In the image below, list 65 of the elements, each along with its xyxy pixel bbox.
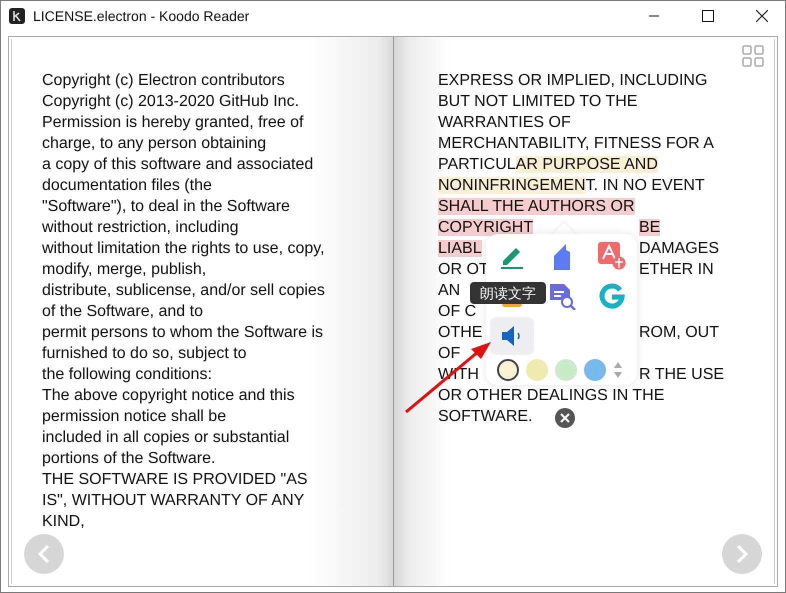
app-icon	[9, 8, 25, 24]
translate-icon	[598, 242, 626, 270]
book-text: without restriction, including	[42, 218, 240, 238]
book-text: modify, merge, publish,	[42, 260, 208, 280]
book-text: a copy of this software and associated	[42, 155, 314, 175]
book-text: T. IN NO EVENT	[586, 177, 705, 194]
book-text: EXPRESS OR IMPLIED, INCLUDING	[438, 72, 708, 89]
book-text: OR OTHER DEALINGS IN THE	[438, 387, 664, 404]
close-icon	[560, 413, 570, 423]
highlighted-text: SHALL THE AUTHORS OR	[438, 198, 634, 215]
color-swatch[interactable]	[497, 359, 519, 381]
book-text: permit persons to whom the Software is	[42, 323, 324, 343]
book-text: KIND,	[42, 512, 86, 532]
chevron-left-icon	[37, 544, 51, 564]
book-text: OF C	[438, 303, 476, 320]
maximize-icon	[702, 10, 714, 22]
color-swatch[interactable]	[526, 359, 548, 381]
close-popup-button[interactable]	[555, 408, 575, 428]
book-text: permission notice shall be	[42, 407, 228, 427]
highlighted-text: LIABL	[438, 240, 482, 257]
book-text: Permission is hereby granted, free of	[42, 113, 304, 133]
highlighted-text: COPYRIGHT	[438, 219, 534, 236]
book-text: DAMAGES	[639, 240, 720, 257]
book-text: included in all copies or substantial	[42, 428, 290, 448]
book-text: ROM, OUT	[639, 324, 719, 341]
book-text: of the Software, and to	[42, 302, 204, 322]
book-text: Copyright (c) Electron contributors	[42, 71, 286, 91]
color-swatch[interactable]	[584, 359, 606, 381]
tool-button[interactable]	[490, 317, 534, 355]
color-swatch[interactable]	[555, 359, 577, 381]
book-text: documentation files (the	[42, 176, 213, 196]
grid-view-icon[interactable]	[742, 45, 764, 67]
book-text: furnished to do so, subject to	[42, 344, 248, 364]
book-text: PARTICUL	[438, 156, 516, 173]
highlighted-text: NONINFRINGEMEN	[438, 177, 586, 194]
book-text: OTHE	[438, 324, 482, 341]
book-text: Copyright (c) 2013-2020 GitHub Inc.	[42, 92, 300, 112]
book-text: portions of the Software.	[42, 449, 216, 469]
tooltip: 朗读文字	[470, 282, 546, 304]
book-text: OF	[438, 345, 460, 362]
book-text: AN	[438, 282, 460, 299]
book-text: R THE USE	[639, 366, 724, 383]
book-text: charge, to any person obtaining	[42, 134, 268, 154]
close-icon	[756, 10, 768, 22]
book-text: WARRANTIES OF	[438, 114, 571, 131]
book-text: IS", WITHOUT WARRANTY OF ANY	[42, 491, 306, 511]
book-text: ETHER IN	[639, 261, 714, 278]
book-text: OR OT	[438, 261, 489, 278]
chevron-right-icon	[735, 544, 749, 564]
highlighted-text: BE	[639, 219, 660, 236]
book-text: The above copyright notice and this	[42, 386, 296, 406]
book-text: the following conditions:	[42, 365, 213, 385]
book-text: SOFTWARE.	[438, 408, 533, 425]
up-down-icon[interactable]	[613, 360, 623, 380]
document-search-icon	[548, 282, 576, 310]
book-text: without limitation the rights to use, copy,	[42, 239, 326, 259]
book-text: "Software"), to deal in the Software	[42, 197, 291, 217]
book-text: BUT NOT LIMITED TO THE	[438, 93, 638, 110]
window-title: LICENSE.electron - Koodo Reader	[33, 8, 250, 24]
book-text: distribute, sublicense, and/or sell copies	[42, 281, 326, 301]
google-icon	[598, 283, 624, 309]
minimize-icon	[649, 15, 659, 17]
book-text: THE SOFTWARE IS PROVIDED "AS	[42, 470, 309, 490]
book-text: MERCHANTABILITY, FITNESS FOR A	[438, 135, 714, 152]
highlighted-text: AR PURPOSE AND	[516, 156, 658, 173]
